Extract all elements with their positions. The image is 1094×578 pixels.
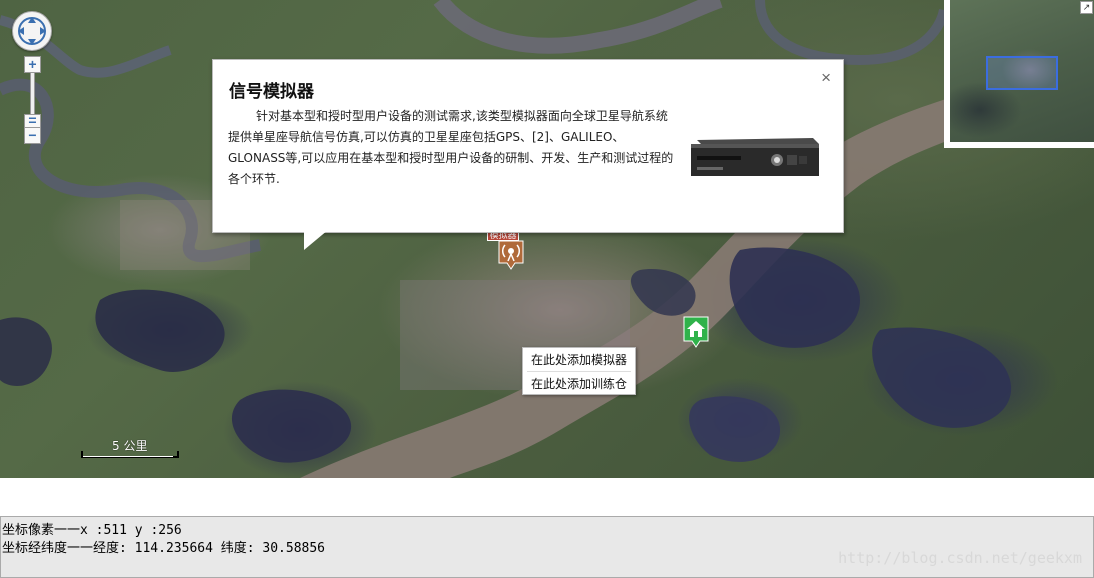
zoom-in-button[interactable]: + (24, 56, 41, 73)
add-simulator-menu-item[interactable]: 在此处添加模拟器 (531, 350, 627, 370)
info-window: 信号模拟器 × 针对基本型和授时型用户设备的测试需求,该类型模拟器面向全球卫星导… (212, 59, 844, 233)
zoom-out-button[interactable]: − (24, 127, 41, 144)
satellite-map[interactable]: + = − ↗ 模拟器 信号模拟器 × 针对基本型和授时型用户设备的测试需求,该… (0, 0, 1094, 478)
overview-collapse-icon[interactable]: ↗ (1080, 1, 1093, 14)
close-icon[interactable]: × (821, 68, 831, 88)
zoom-slider-track[interactable] (30, 72, 35, 116)
pan-control[interactable] (12, 11, 52, 51)
watermark-text: http://blog.csdn.net/geekxm (838, 549, 1082, 567)
pan-arrows-icon (18, 17, 46, 45)
overview-map[interactable]: ↗ (944, 0, 1094, 148)
pixel-coordinate-text: 坐标像素一一x :511 y :256 (2, 523, 182, 538)
info-window-body: 针对基本型和授时型用户设备的测试需求,该类型模拟器面向全球卫星导航系统提供单星座… (228, 109, 674, 186)
zoom-slider-handle[interactable]: = (24, 113, 41, 128)
coordinate-panel: 坐标像素一一x :511 y :256 坐标经纬度一一经度: 114.23566… (0, 516, 1094, 578)
signal-simulator-device-image (691, 138, 819, 176)
info-window-title: 信号模拟器 (229, 82, 314, 102)
scale-bar-highlight (83, 453, 173, 457)
overview-viewport-box[interactable] (986, 56, 1058, 90)
menu-divider (527, 371, 631, 372)
lnglat-coordinate-text: 坐标经纬度一一经度: 114.235664 纬度: 30.58856 (2, 541, 326, 556)
antenna-icon[interactable] (498, 240, 524, 270)
info-window-pointer (304, 230, 328, 250)
add-training-cabin-menu-item[interactable]: 在此处添加训练仓 (531, 374, 627, 394)
house-icon[interactable] (683, 316, 709, 348)
context-menu: 在此处添加模拟器 在此处添加训练仓 (522, 347, 636, 395)
